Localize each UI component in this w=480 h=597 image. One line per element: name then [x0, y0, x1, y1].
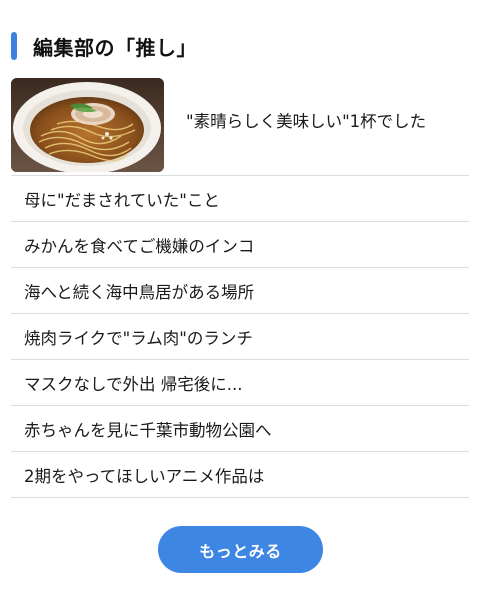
list-item[interactable]: 焼肉ライクで"ラム肉"のランチ: [11, 313, 469, 359]
ramen-photo: [11, 77, 164, 172]
list-item[interactable]: 海へと続く海中鳥居がある場所: [11, 267, 469, 313]
featured-article[interactable]: "素晴らしく美味しい"1杯でした: [11, 76, 469, 173]
list-item[interactable]: 母に"だまされていた"こと: [11, 175, 469, 221]
list-item[interactable]: 赤ちゃんを見に千葉市動物公園へ: [11, 405, 469, 451]
accent-bar: [11, 32, 17, 60]
section-header: 編集部の「推し」: [11, 31, 197, 61]
section-title: 編集部の「推し」: [33, 35, 197, 60]
featured-headline: "素晴らしく美味しい"1杯でした: [186, 111, 427, 131]
list-item[interactable]: 2期をやってほしいアニメ作品は: [11, 451, 469, 498]
list-item[interactable]: みかんを食べてご機嫌のインコ: [11, 221, 469, 267]
article-list: 母に"だまされていた"こと みかんを食べてご機嫌のインコ 海へと続く海中鳥居があ…: [11, 175, 469, 498]
list-item[interactable]: マスクなしで外出 帰宅後に...: [11, 359, 469, 405]
more-button[interactable]: もっとみる: [158, 526, 323, 573]
